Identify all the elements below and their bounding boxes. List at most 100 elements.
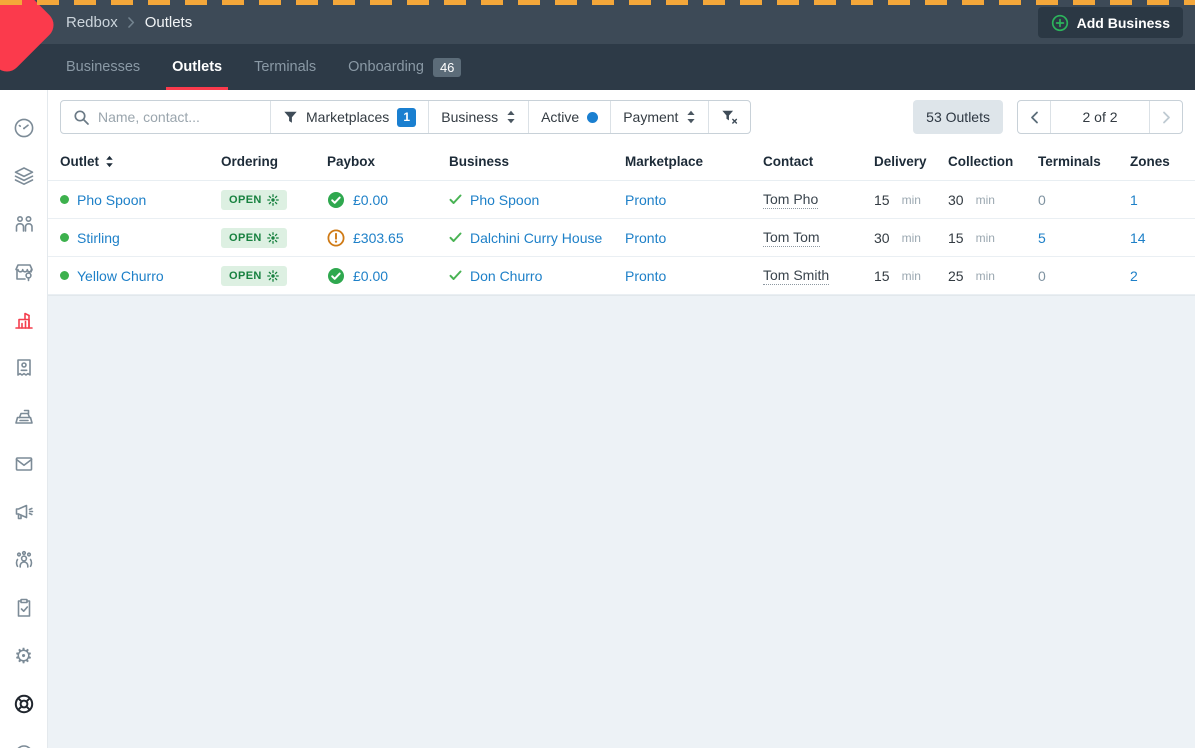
check-icon (449, 270, 462, 281)
breadcrumb-current: Outlets (145, 14, 193, 31)
ordering-cell: OPEN (221, 266, 327, 286)
plus-circle-icon (1051, 14, 1069, 32)
sun-icon (267, 270, 279, 282)
marketplaces-filter-button[interactable]: Marketplaces 1 (271, 101, 429, 133)
clear-filters-button[interactable] (709, 101, 750, 133)
funnel-icon (283, 110, 298, 125)
zones-count-link[interactable]: 2 (1130, 268, 1138, 284)
paybox-amount-link[interactable]: £0.00 (353, 268, 388, 284)
business-sort-button[interactable]: Business (429, 101, 529, 133)
search-box[interactable] (61, 101, 271, 133)
account-circle-icon[interactable] (12, 740, 36, 748)
collection-cell: 15min (948, 230, 1038, 246)
marketplaces-filter-label: Marketplaces (306, 109, 389, 125)
delivery-cell: 15min (874, 192, 948, 208)
business-link[interactable]: Don Churro (470, 268, 542, 284)
table-row: Yellow Churro OPEN £0.00 Don Churro Pron… (48, 257, 1195, 295)
business-cell: Don Churro (449, 268, 625, 284)
prev-page-button[interactable] (1018, 101, 1050, 133)
sort-arrows-icon (506, 110, 516, 124)
tasks-clipboard-icon[interactable] (12, 596, 36, 620)
marketplace-cell: Pronto (625, 268, 763, 284)
layers-icon[interactable] (12, 164, 36, 188)
sun-icon (267, 232, 279, 244)
outlet-link[interactable]: Pho Spoon (77, 192, 146, 208)
sort-arrows-icon (686, 110, 696, 124)
column-header-terminals: Terminals (1038, 154, 1130, 169)
outlet-cell: Yellow Churro (60, 268, 221, 284)
zones-count-link[interactable]: 1 (1130, 192, 1138, 208)
terminals-cell: 0 (1038, 192, 1130, 208)
column-header-outlet[interactable]: Outlet (60, 154, 221, 169)
business-sort-label: Business (441, 109, 498, 125)
terminals-count-link[interactable]: 5 (1038, 230, 1046, 246)
partners-people-icon[interactable] (12, 212, 36, 236)
contact-link[interactable]: Tom Smith (763, 267, 829, 285)
marketplace-link[interactable]: Pronto (625, 230, 666, 246)
check-icon (449, 194, 462, 205)
outlet-link[interactable]: Yellow Churro (77, 268, 164, 284)
column-header-paybox: Paybox (327, 154, 449, 169)
breadcrumb-root[interactable]: Redbox (66, 14, 118, 31)
terminals-cell: 5 (1038, 230, 1130, 246)
add-business-button[interactable]: Add Business (1038, 7, 1183, 38)
outlet-link[interactable]: Stirling (77, 230, 120, 246)
paybox-cell: £0.00 (327, 191, 449, 209)
contact-link[interactable]: Tom Pho (763, 191, 818, 209)
business-link[interactable]: Pho Spoon (470, 192, 539, 208)
tab-businesses[interactable]: Businesses (66, 44, 140, 90)
contact-link[interactable]: Tom Tom (763, 229, 820, 247)
tab-terminals-label: Terminals (254, 59, 316, 75)
search-icon (73, 109, 90, 126)
search-input[interactable] (98, 109, 258, 125)
storefront-location-icon[interactable] (12, 260, 36, 284)
settings-gear-icon[interactable]: ⚙ (12, 644, 36, 668)
paybox-amount-link[interactable]: £0.00 (353, 192, 388, 208)
filter-group: Marketplaces 1 Business Active Payment (60, 100, 751, 134)
tab-terminals[interactable]: Terminals (254, 44, 316, 90)
outlet-count-badge: 53 Outlets (913, 100, 1003, 134)
marketplace-link[interactable]: Pronto (625, 268, 666, 284)
paybox-cell: £0.00 (327, 267, 449, 285)
reports-chart-icon[interactable] (12, 308, 36, 332)
add-business-label: Add Business (1077, 15, 1170, 31)
contacts-receipt-icon[interactable] (12, 356, 36, 380)
table-body: Pho Spoon OPEN £0.00 Pho Spoon Pronto To… (48, 181, 1195, 295)
page-indicator: 2 of 2 (1050, 101, 1150, 133)
tab-outlets[interactable]: Outlets (172, 44, 222, 90)
till-register-icon[interactable] (12, 404, 36, 428)
marketplace-link[interactable]: Pronto (625, 192, 666, 208)
zones-cell: 1 (1130, 192, 1195, 208)
marketplaces-filter-count-badge: 1 (397, 108, 416, 127)
terminals-cell: 0 (1038, 268, 1130, 284)
ordering-open-badge: OPEN (221, 190, 287, 210)
business-link[interactable]: Dalchini Curry House (470, 230, 602, 246)
delivery-cell: 30min (874, 230, 948, 246)
table-row: Stirling OPEN £303.65 Dalchini Curry Hou… (48, 219, 1195, 257)
online-status-dot-icon (60, 233, 69, 242)
dashboard-gauge-icon[interactable] (12, 116, 36, 140)
tab-bar: Businesses Outlets Terminals Onboarding … (0, 44, 1195, 90)
tab-onboarding[interactable]: Onboarding 46 (348, 44, 461, 90)
paybox-amount-link[interactable]: £303.65 (353, 230, 404, 246)
messages-envelope-icon[interactable] (12, 452, 36, 476)
next-page-button[interactable] (1150, 101, 1182, 133)
terminals-count[interactable]: 0 (1038, 192, 1046, 208)
breadcrumb-chevron-icon (128, 17, 135, 28)
users-group-icon[interactable] (12, 548, 36, 572)
payment-sort-button[interactable]: Payment (611, 101, 709, 133)
terminals-count[interactable]: 0 (1038, 268, 1046, 284)
support-lifebuoy-icon[interactable] (12, 692, 36, 716)
column-header-business: Business (449, 154, 625, 169)
announcements-megaphone-icon[interactable] (12, 500, 36, 524)
active-status-dot-icon (587, 112, 598, 123)
filter-bar: Marketplaces 1 Business Active Payment (60, 100, 1183, 134)
column-header-zones: Zones (1130, 154, 1195, 169)
online-status-dot-icon (60, 271, 69, 280)
paybox-cell: £303.65 (327, 229, 449, 247)
active-filter-button[interactable]: Active (529, 101, 611, 133)
funnel-clear-icon (721, 109, 738, 125)
zones-count-link[interactable]: 14 (1130, 230, 1146, 246)
check-icon (449, 232, 462, 243)
check-circle-icon (327, 191, 345, 209)
